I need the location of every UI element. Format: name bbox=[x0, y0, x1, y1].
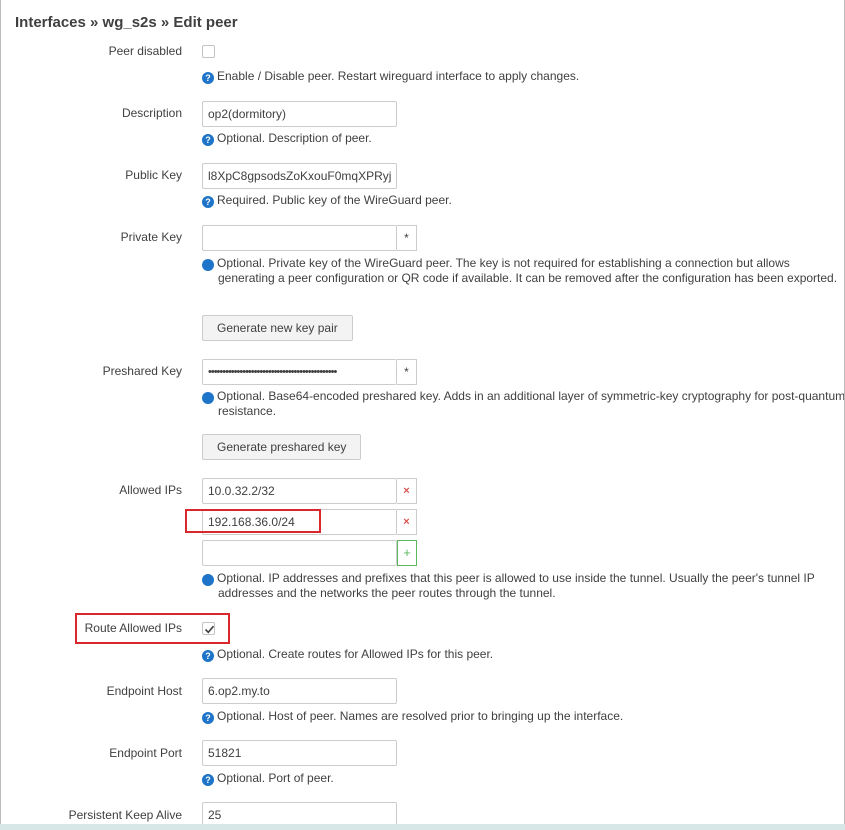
peer-disabled-label: Peer disabled bbox=[108, 44, 182, 58]
question-circle-icon: ? bbox=[197, 392, 214, 404]
question-circle-icon: ? bbox=[202, 134, 214, 146]
endpoint-port-input[interactable]: 51821 bbox=[202, 740, 397, 766]
preshared-key-label: Preshared Key bbox=[102, 364, 182, 378]
description-help: ? Optional. Description of peer. bbox=[202, 131, 832, 146]
remove-allowed-ip-button-1[interactable]: × bbox=[397, 478, 417, 504]
question-circle-icon: ? bbox=[202, 650, 214, 662]
persistent-keepalive-input[interactable]: 25 bbox=[202, 802, 397, 824]
description-label: Description bbox=[121, 106, 182, 120]
peer-disabled-help: ? Enable / Disable peer. Restart wireguar… bbox=[202, 69, 832, 84]
page-bottom-edge bbox=[0, 824, 845, 830]
public-key-input[interactable]: l8XpC8gpsodsZoKxouF0mqXPRyj bbox=[202, 163, 397, 189]
highlight-box-allowed-ip bbox=[185, 509, 321, 533]
persistent-keepalive-label: Persistent Keep Alive bbox=[68, 808, 182, 822]
question-circle-icon: ? bbox=[202, 72, 214, 84]
endpoint-host-help: ? Optional. Host of peer. Names are resol… bbox=[202, 709, 832, 724]
allowed-ip-input-1[interactable]: 10.0.32.2/32 bbox=[202, 478, 397, 504]
generate-preshared-key-button[interactable]: Generate preshared key bbox=[202, 434, 362, 460]
endpoint-host-input[interactable]: 6.op2.my.to bbox=[202, 678, 397, 704]
question-circle-icon: ? bbox=[197, 574, 214, 586]
page-title: Interfaces » wg_s2s » Edit peer bbox=[15, 14, 238, 31]
preshared-key-help: ? Optional. Base64-encoded preshared key.… bbox=[197, 389, 845, 418]
preshared-key-input[interactable]: ••••••••••••••••••••••••••••••••••••••••… bbox=[202, 359, 397, 385]
allowed-ip-new-input[interactable] bbox=[202, 540, 397, 566]
allowed-ips-help: ? Optional. IP addresses and prefixes tha… bbox=[197, 571, 815, 600]
endpoint-host-label: Endpoint Host bbox=[106, 684, 182, 698]
private-key-input[interactable] bbox=[202, 225, 397, 251]
public-key-label: Public Key bbox=[125, 168, 182, 182]
public-key-help: ? Required. Public key of the WireGuard p… bbox=[202, 193, 832, 208]
route-allowed-ips-help: ? Optional. Create routes for Allowed IPs… bbox=[202, 647, 832, 662]
route-allowed-ips-label: Route Allowed IPs bbox=[84, 621, 182, 635]
generate-key-pair-button[interactable]: Generate new key pair bbox=[202, 315, 353, 341]
question-circle-icon: ? bbox=[202, 774, 214, 786]
remove-allowed-ip-button-2[interactable]: × bbox=[397, 509, 417, 535]
question-circle-icon: ? bbox=[197, 259, 214, 271]
preshared-key-visibility-toggle[interactable]: * bbox=[397, 359, 417, 385]
route-allowed-ips-checkbox[interactable] bbox=[202, 622, 215, 635]
private-key-label: Private Key bbox=[120, 230, 182, 244]
private-key-help: ? Optional. Private key of the WireGuard … bbox=[197, 256, 838, 285]
question-circle-icon: ? bbox=[202, 712, 214, 724]
description-input[interactable]: op2(dormitory) bbox=[202, 101, 397, 127]
checkmark-icon bbox=[204, 625, 215, 634]
edit-peer-dialog: Interfaces » wg_s2s » Edit peer Peer dis… bbox=[0, 0, 845, 825]
endpoint-port-help: ? Optional. Port of peer. bbox=[202, 771, 832, 786]
add-allowed-ip-button[interactable]: + bbox=[397, 540, 417, 566]
question-circle-icon: ? bbox=[202, 196, 214, 208]
allowed-ips-label: Allowed IPs bbox=[119, 483, 182, 497]
endpoint-port-label: Endpoint Port bbox=[109, 746, 182, 760]
peer-disabled-checkbox[interactable] bbox=[202, 45, 215, 58]
private-key-visibility-toggle[interactable]: * bbox=[397, 225, 417, 251]
